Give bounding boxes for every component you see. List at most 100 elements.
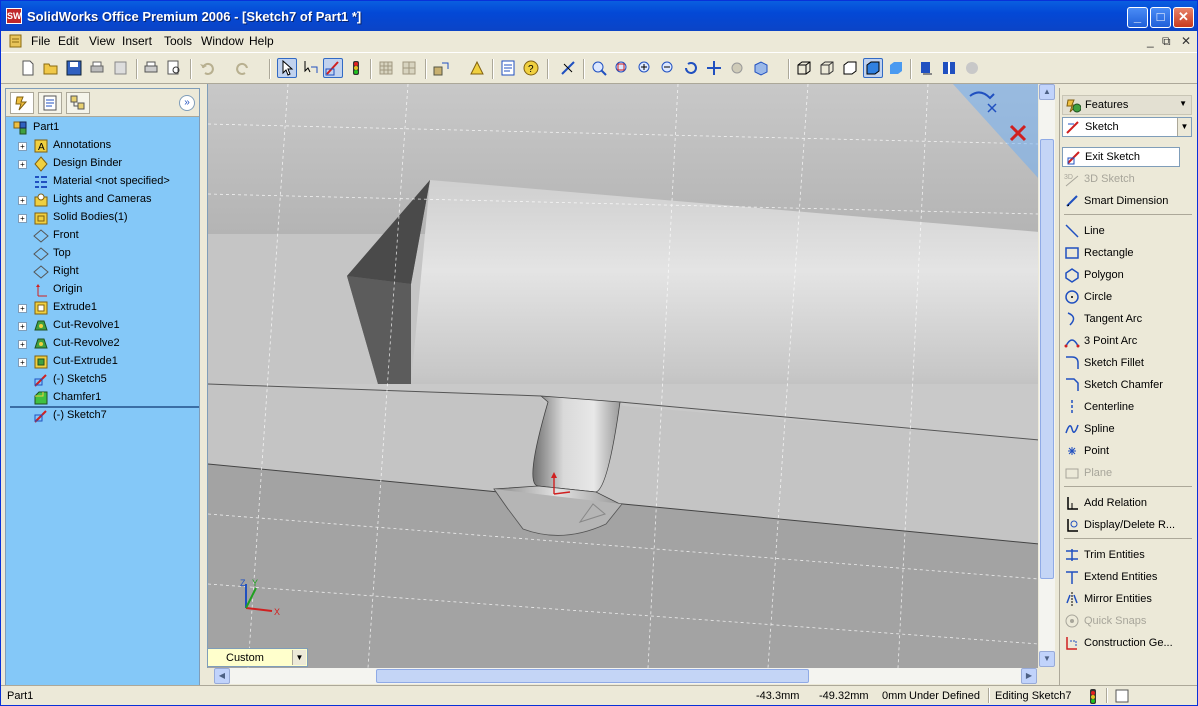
tree-item-front[interactable]: Front bbox=[6, 227, 199, 245]
wireframe-icon[interactable] bbox=[794, 58, 814, 78]
tree-item-sketch5[interactable]: (-) Sketch5 bbox=[6, 371, 199, 389]
sketch-toolbar-select[interactable]: Sketch ▼ bbox=[1062, 117, 1192, 137]
redo-icon[interactable] bbox=[233, 58, 253, 78]
grid-icon-2[interactable] bbox=[399, 58, 419, 78]
help-icon[interactable]: ? bbox=[521, 58, 541, 78]
sketch-chamfer-button[interactable]: Sketch Chamfer bbox=[1064, 375, 1194, 395]
exit-sketch-button[interactable]: Exit Sketch bbox=[1062, 147, 1180, 167]
hidden-lines-visible-icon[interactable] bbox=[817, 58, 837, 78]
tree-item-cut-revolve1[interactable]: + Cut-Revolve1 bbox=[6, 317, 199, 335]
features-tab[interactable]: Features ▼ bbox=[1062, 95, 1192, 115]
construction-geometry-button[interactable]: Construction Ge... bbox=[1064, 633, 1194, 653]
tree-item-design-binder[interactable]: + Design Binder bbox=[6, 155, 199, 173]
expand-icon[interactable]: + bbox=[18, 142, 27, 151]
expand-icon[interactable]: + bbox=[18, 358, 27, 367]
expand-icon[interactable]: + bbox=[18, 196, 27, 205]
open-icon[interactable] bbox=[41, 58, 61, 78]
rollback-bar[interactable] bbox=[10, 406, 199, 408]
undo-icon[interactable] bbox=[197, 58, 217, 78]
sketch-fillet-button[interactable]: Sketch Fillet bbox=[1064, 353, 1194, 373]
hidden-lines-removed-icon[interactable] bbox=[840, 58, 860, 78]
scroll-left-icon[interactable]: ◀ bbox=[214, 668, 230, 684]
rebuild-icon[interactable] bbox=[346, 58, 366, 78]
maximize-button[interactable]: □ bbox=[1150, 7, 1171, 28]
tree-item-cut-extrude1[interactable]: + Cut-Extrude1 bbox=[6, 353, 199, 371]
menu-help[interactable]: Help bbox=[249, 34, 274, 48]
graphics-viewport[interactable]: X Y Z bbox=[207, 84, 1038, 668]
print-preview-icon-2[interactable] bbox=[164, 58, 184, 78]
chevron-down-icon[interactable]: ▼ bbox=[1177, 118, 1191, 136]
grid-icon[interactable] bbox=[376, 58, 396, 78]
rebuild-status-icon[interactable] bbox=[1087, 689, 1099, 704]
standard-views-icon[interactable] bbox=[751, 58, 771, 78]
tab-property-manager[interactable] bbox=[38, 92, 62, 114]
menu-view[interactable]: View bbox=[89, 34, 115, 48]
display-delete-relations-button[interactable]: Display/Delete R... bbox=[1064, 515, 1194, 535]
menu-edit[interactable]: Edit bbox=[58, 34, 79, 48]
print-icon-2[interactable] bbox=[141, 58, 161, 78]
trim-button[interactable]: Trim Entities bbox=[1064, 545, 1194, 565]
expand-panel-button[interactable]: » bbox=[179, 95, 195, 111]
smart-select-icon[interactable] bbox=[300, 58, 320, 78]
tree-item-chamfer1[interactable]: Chamfer1 bbox=[6, 389, 199, 407]
shadow-icon[interactable] bbox=[916, 58, 936, 78]
three-point-arc-button[interactable]: 3 Point Arc bbox=[1064, 331, 1194, 351]
zoom-selection-icon[interactable] bbox=[658, 58, 678, 78]
tree-item-origin[interactable]: Origin bbox=[6, 281, 199, 299]
rotate-icon[interactable] bbox=[681, 58, 701, 78]
extend-button[interactable]: Extend Entities bbox=[1064, 567, 1194, 587]
minimize-button[interactable]: _ bbox=[1127, 7, 1148, 28]
menu-window[interactable]: Window bbox=[201, 34, 244, 48]
expand-icon[interactable]: + bbox=[18, 214, 27, 223]
zoom-in-out-icon[interactable] bbox=[635, 58, 655, 78]
tree-item-extrude1[interactable]: + Extrude1 bbox=[6, 299, 199, 317]
expand-icon[interactable]: + bbox=[18, 304, 27, 313]
add-relation-button[interactable]: Add Relation bbox=[1064, 493, 1194, 513]
menu-file[interactable]: File bbox=[31, 34, 50, 48]
expand-icon[interactable]: + bbox=[18, 160, 27, 169]
roll-icon[interactable] bbox=[727, 58, 747, 78]
scroll-right-icon[interactable]: ▶ bbox=[1021, 668, 1037, 684]
tree-root-part[interactable]: Part1 bbox=[6, 119, 199, 137]
smart-mates-icon[interactable] bbox=[467, 58, 487, 78]
tree-item-annotations[interactable]: + A Annotations bbox=[6, 137, 199, 155]
relations-icon[interactable] bbox=[431, 58, 451, 78]
shaded-icon[interactable] bbox=[886, 58, 906, 78]
point-button[interactable]: Point bbox=[1064, 441, 1194, 461]
expand-icon[interactable]: + bbox=[18, 340, 27, 349]
circle-button[interactable]: Circle bbox=[1064, 287, 1194, 307]
smart-dimension-button[interactable]: Smart Dimension bbox=[1064, 191, 1194, 211]
mirror-button[interactable]: Mirror Entities bbox=[1064, 589, 1194, 609]
tree-item-material-not-specified[interactable]: Material <not specified> bbox=[6, 173, 199, 191]
tree-item-sketch7[interactable]: (-) Sketch7 bbox=[6, 407, 199, 425]
pan-icon[interactable] bbox=[704, 58, 724, 78]
model-view[interactable]: X Y Z bbox=[208, 84, 1038, 668]
spline-button[interactable]: Spline bbox=[1064, 419, 1194, 439]
select-icon[interactable] bbox=[277, 58, 297, 78]
document-icon[interactable] bbox=[8, 33, 24, 49]
tree-item-right[interactable]: Right bbox=[6, 263, 199, 281]
view-orientation-select[interactable]: Custom ▼ bbox=[207, 648, 308, 667]
section-view-icon[interactable] bbox=[939, 58, 959, 78]
shaded-edges-icon[interactable] bbox=[863, 58, 883, 78]
vertical-scroll-thumb[interactable] bbox=[1040, 139, 1054, 579]
properties-icon[interactable] bbox=[498, 58, 518, 78]
tree-item-solid-bodies-1[interactable]: + Solid Bodies(1) bbox=[6, 209, 199, 227]
close-button[interactable]: ✕ bbox=[1173, 7, 1194, 28]
print-preview-icon[interactable] bbox=[111, 58, 131, 78]
menu-tools[interactable]: Tools bbox=[164, 34, 192, 48]
tangent-arc-button[interactable]: Tangent Arc bbox=[1064, 309, 1194, 329]
mdi-minimize-button[interactable]: _ bbox=[1147, 34, 1154, 48]
line-button[interactable]: Line bbox=[1064, 221, 1194, 241]
chevron-down-icon[interactable]: ▼ bbox=[292, 650, 306, 665]
tree-item-cut-revolve2[interactable]: + Cut-Revolve2 bbox=[6, 335, 199, 353]
mdi-restore-button[interactable]: ⧉ bbox=[1162, 34, 1171, 49]
vertical-scrollbar[interactable]: ▲ ▼ bbox=[1039, 84, 1055, 667]
tree-item-top[interactable]: Top bbox=[6, 245, 199, 263]
scroll-down-icon[interactable]: ▼ bbox=[1039, 651, 1055, 667]
save-icon[interactable] bbox=[64, 58, 84, 78]
horizontal-scrollbar[interactable]: ◀ ▶ bbox=[214, 668, 1037, 684]
polygon-button[interactable]: Polygon bbox=[1064, 265, 1194, 285]
solidworks-logo-icon[interactable]: SW bbox=[6, 8, 22, 24]
scroll-up-icon[interactable]: ▲ bbox=[1039, 84, 1055, 100]
